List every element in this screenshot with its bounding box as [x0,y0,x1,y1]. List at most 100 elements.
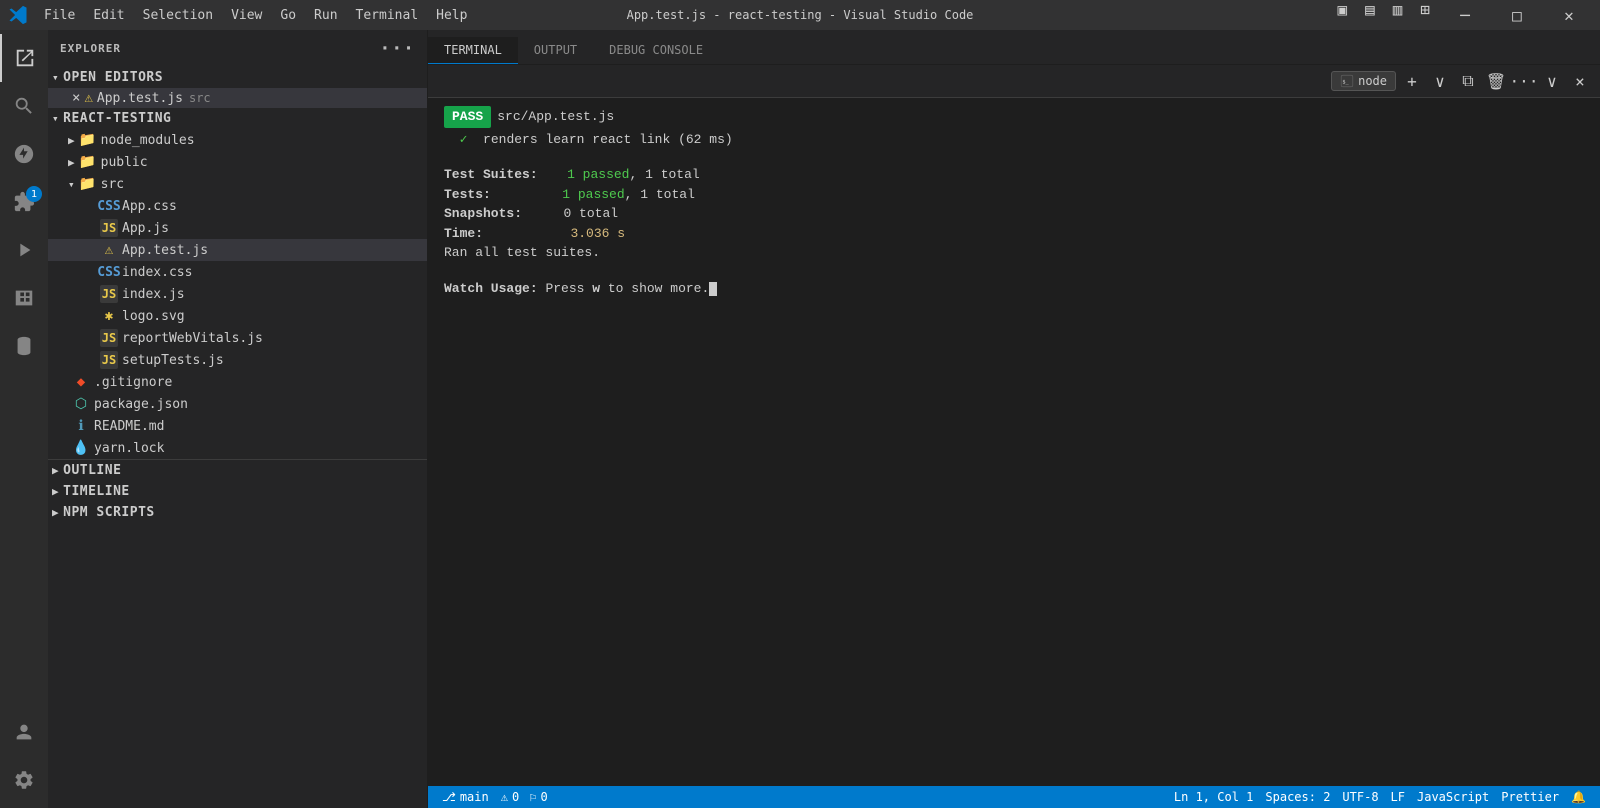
minimize-button[interactable]: ─ [1442,0,1488,30]
sidebar-header: Explorer ··· [48,30,427,67]
content-area: TERMINAL OUTPUT DEBUG CONSOLE $_ node + … [428,30,1600,808]
snapshots-value: 0 total [563,206,618,221]
tab-terminal[interactable]: TERMINAL [428,37,518,64]
formatter-status[interactable]: Prettier [1495,790,1565,804]
close-panel-btn[interactable]: × [1568,69,1592,93]
file-yarn-lock[interactable]: 💧 yarn.lock [48,437,427,459]
collapse-panel-btn[interactable]: ∨ [1540,69,1564,93]
file-logo-svg[interactable]: ✱ logo.svg [48,305,427,327]
file-readme[interactable]: ℹ README.md [48,415,427,437]
git-branch-icon: ⎇ [442,790,456,804]
outline-label: OUTLINE [63,463,121,478]
git-branch-status[interactable]: ⎇ main [436,790,495,804]
watch-key: w [592,281,600,296]
ran-label: Ran all test suites. [444,245,600,260]
activity-docker[interactable] [0,274,48,322]
maximize-button[interactable]: □ [1494,0,1540,30]
line-endings-status[interactable]: LF [1385,790,1411,804]
file-app-css[interactable]: CSS App.css [48,195,427,217]
open-editors-section[interactable]: ▾ OPEN EDITORS [48,67,427,88]
file-app-js[interactable]: JS App.js [48,217,427,239]
tests-passed: 1 passed [562,187,624,202]
terminal-body[interactable]: PASSsrc/App.test.js ✓ renders learn reac… [428,98,1600,786]
check-symbol [444,132,460,147]
activity-database[interactable] [0,322,48,370]
sidebar-bottom: ▶ OUTLINE ▶ TIMELINE ▶ NPM SCRIPTS [48,459,427,523]
bell-icon: 🔔 [1571,790,1586,804]
index-css-name: index.css [122,265,192,280]
file-report-web-vitals[interactable]: JS reportWebVitals.js [48,327,427,349]
terminal-toolbar-right: $_ node + ∨ ⧉ 🗑 ··· ∨ × [1331,69,1592,93]
react-testing-chevron: ▾ [52,112,59,125]
indentation-status[interactable]: Spaces: 2 [1259,790,1336,804]
toggle-panel-btn[interactable]: ▥ [1387,0,1409,30]
sidebar-content: ▾ OPEN EDITORS × ⚠ App.test.js src ▾ REA… [48,67,427,808]
notification-status[interactable]: 🔔 [1565,790,1592,804]
menu-view[interactable]: View [223,6,270,25]
menu-run[interactable]: Run [306,6,345,25]
activity-search[interactable] [0,82,48,130]
svg-icon: ✱ [100,307,118,325]
maximize-panel-btn[interactable]: ⧉ [1456,69,1480,93]
cursor-position-status[interactable]: Ln 1, Col 1 [1168,790,1259,804]
css-icon: CSS [100,197,118,215]
react-testing-section[interactable]: ▾ REACT-TESTING [48,108,427,129]
split-terminal-btn[interactable]: ∨ [1428,69,1452,93]
close-button[interactable]: ✕ [1546,0,1592,30]
language-status[interactable]: JavaScript [1411,790,1495,804]
customize-layout-btn[interactable]: ⊞ [1414,0,1436,30]
sidebar-menu-btn[interactable]: ··· [379,38,415,59]
open-editor-app-test[interactable]: × ⚠ App.test.js src [48,88,427,108]
activity-extensions[interactable]: 1 [0,178,48,226]
encoding-status[interactable]: UTF-8 [1336,790,1384,804]
menu-edit[interactable]: Edit [85,6,132,25]
pass-badge: PASS [444,106,491,128]
folder-src[interactable]: ▾ 📁 src [48,173,427,195]
warning-icon: ⚐ [529,790,536,804]
file-setup-tests[interactable]: JS setupTests.js [48,349,427,371]
terminal-more-btn[interactable]: ··· [1512,69,1536,93]
toggle-editor-btn[interactable]: ▤ [1359,0,1381,30]
logo-svg-name: logo.svg [122,309,185,324]
activity-explorer[interactable] [0,34,48,82]
activity-run[interactable] [0,226,48,274]
activity-settings[interactable] [0,756,48,804]
terminal-stats: Test Suites: 1 passed, 1 total Tests: 1 … [444,165,1584,263]
menu-go[interactable]: Go [272,6,304,25]
activity-git[interactable] [0,130,48,178]
folder-public[interactable]: ▶ 📁 public [48,151,427,173]
open-editors-label: OPEN EDITORS [63,70,163,85]
file-index-js[interactable]: JS index.js [48,283,427,305]
new-terminal-btn[interactable]: + [1400,69,1424,93]
test-file-path: src/App.test.js [497,109,614,124]
error-status[interactable]: ⚠ 0 ⚐ 0 [495,790,554,804]
react-testing-label: REACT-TESTING [63,111,171,126]
node-button[interactable]: $_ node [1331,71,1396,91]
npm-scripts-section[interactable]: ▶ NPM SCRIPTS [48,502,427,523]
close-icon[interactable]: × [72,90,80,106]
timeline-section[interactable]: ▶ TIMELINE [48,481,427,502]
json-icon: ⬡ [72,395,90,413]
git-branch-label: main [460,790,489,804]
file-app-test-js[interactable]: ⚠ App.test.js [48,239,427,261]
tab-output[interactable]: OUTPUT [518,37,593,64]
suites-total: , 1 total [629,167,699,182]
menu-selection[interactable]: Selection [135,6,221,25]
node-label: node [1358,74,1387,88]
toggle-sidebar-btn[interactable]: ▣ [1331,0,1353,30]
js-icon: JS [100,285,118,303]
folder-node-modules[interactable]: ▶ 📁 node_modules [48,129,427,151]
file-index-css[interactable]: CSS index.css [48,261,427,283]
menu-file[interactable]: File [36,6,83,25]
open-editors-chevron: ▾ [52,71,59,84]
menu-terminal[interactable]: Terminal [348,6,427,25]
outline-section[interactable]: ▶ OUTLINE [48,460,427,481]
yarn-lock-name: yarn.lock [94,441,164,456]
snapshots-label: Snapshots: [444,206,522,221]
file-gitignore[interactable]: ◆ .gitignore [48,371,427,393]
delete-terminal-btn[interactable]: 🗑 [1484,69,1508,93]
file-package-json[interactable]: ⬡ package.json [48,393,427,415]
activity-account[interactable] [0,708,48,756]
tab-debug-console[interactable]: DEBUG CONSOLE [593,37,719,64]
menu-help[interactable]: Help [428,6,475,25]
